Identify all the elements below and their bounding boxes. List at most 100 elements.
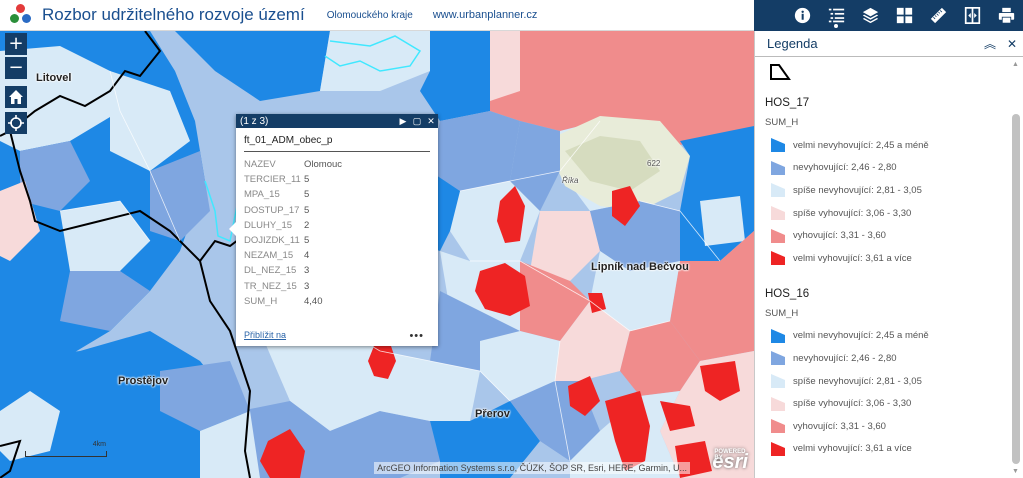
legend-content: HOS_17 SUM_H velmi nevyhovující: 2,45 a mé… xyxy=(765,61,1010,460)
legend-item: velmi vyhovující: 3,61 a více xyxy=(765,247,1010,270)
app-subtitle: Olomouckého kraje xyxy=(326,9,413,21)
legend-item-label: spíše nevyhovující: 2,81 - 3,05 xyxy=(793,375,922,387)
home-button[interactable] xyxy=(5,86,27,108)
panel-title: Legenda xyxy=(767,36,818,51)
popup-count: (1 z 3) xyxy=(240,115,269,127)
collapse-icon[interactable]: ︽ xyxy=(979,35,1001,52)
attribute-key: MPA_15 xyxy=(244,189,280,201)
attribute-key: DOSTUP_17 xyxy=(244,204,300,216)
legend-swatch-icon xyxy=(771,374,785,389)
about-tool[interactable] xyxy=(785,0,819,31)
measure-tool[interactable] xyxy=(921,0,955,31)
legend-swatch-icon xyxy=(771,228,785,243)
more-actions-icon[interactable]: ••• xyxy=(409,330,424,342)
legend-item: nevyhovující: 2,46 - 2,80 xyxy=(765,347,1010,370)
legend-item: spíše nevyhovující: 2,81 - 3,05 xyxy=(765,179,1010,202)
legend-swatch-icon xyxy=(771,328,785,343)
scroll-thumb[interactable] xyxy=(1012,114,1020,464)
legend-swatch-icon xyxy=(771,160,785,175)
attribute-row: DOJIZDK_11 5 xyxy=(244,233,342,248)
legend-swatch-icon xyxy=(771,183,785,198)
zoom-in-button[interactable]: + xyxy=(5,33,27,55)
legend-item-label: velmi nevyhovující: 2,45 a méně xyxy=(793,139,929,151)
legend-swatch-icon xyxy=(771,419,785,434)
locate-button[interactable] xyxy=(5,112,27,134)
attribute-value: 5 xyxy=(304,189,310,201)
esri-logo: POWERED BY esri xyxy=(712,449,748,473)
map-view[interactable]: + − Litovel Prostějov Přerov Lipník nad … xyxy=(0,31,754,478)
header-link[interactable]: www.urbanplanner.cz xyxy=(433,9,538,21)
legend-item-label: velmi nevyhovující: 2,45 a méně xyxy=(793,330,929,342)
legend-swatch-icon xyxy=(771,206,785,221)
scale-bar: 4km xyxy=(25,441,107,457)
legend-item: nevyhovující: 2,46 - 2,80 xyxy=(765,157,1010,180)
legend-item: spíše vyhovující: 3,06 - 3,30 xyxy=(765,392,1010,415)
attribute-row: MPA_15 5 xyxy=(244,187,342,202)
legend-swatch-icon xyxy=(771,441,785,456)
popup-pointer xyxy=(229,222,236,236)
attribute-row: NEZAM_15 4 xyxy=(244,248,342,263)
attribute-value: 2 xyxy=(304,219,310,231)
layers-tool[interactable] xyxy=(853,0,887,31)
app-logo xyxy=(10,4,32,26)
legend-item: velmi nevyhovující: 2,45 a méně xyxy=(765,325,1010,348)
attribute-row: DLUHY_15 2 xyxy=(244,218,342,233)
legend-item-label: nevyhovující: 2,46 - 2,80 xyxy=(793,162,897,174)
attribute-key: TR_NEZ_15 xyxy=(244,280,297,292)
place-label: Prostějov xyxy=(118,375,169,387)
legend-field-name: SUM_H xyxy=(765,307,799,319)
close-panel-icon[interactable]: ✕ xyxy=(1001,37,1023,51)
legend-layer-name: HOS_16 xyxy=(765,287,810,300)
attribute-row: SUM_H 4,40 xyxy=(244,294,342,309)
close-icon[interactable]: ✕ xyxy=(424,116,438,127)
attribute-row: TR_NEZ_15 3 xyxy=(244,279,342,294)
attribute-key: NEZAM_15 xyxy=(244,250,294,262)
maximize-icon[interactable]: ▢ xyxy=(410,116,424,127)
attribute-key: SUM_H xyxy=(244,295,278,307)
info-icon xyxy=(794,7,810,24)
place-label: Lipník nad Bečvou xyxy=(591,261,689,273)
zoom-out-button[interactable]: − xyxy=(5,57,27,79)
elevation-label: 622 xyxy=(647,159,661,168)
boundary-symbol-icon xyxy=(770,64,791,80)
popup-layer-title: ft_01_ADM_obec_p xyxy=(244,135,430,152)
attribute-value: 5 xyxy=(304,235,310,247)
attribute-value: 5 xyxy=(304,174,310,186)
attribute-row: TERCIER_11 5 xyxy=(244,172,342,187)
printer-icon xyxy=(998,7,1014,24)
popup-header: (1 z 3) ▶ ▢ ✕ xyxy=(236,114,438,128)
attribute-value: 5 xyxy=(304,204,310,216)
legend-item-label: velmi vyhovující: 3,61 a více xyxy=(793,252,912,264)
legend-item-label: velmi vyhovující: 3,61 a více xyxy=(793,443,912,455)
legend-scrollbar[interactable]: ▲ ▼ xyxy=(1011,61,1021,475)
basemap-tool[interactable] xyxy=(887,0,921,31)
place-label: Litovel xyxy=(36,72,72,84)
legend-item: spíše nevyhovující: 2,81 - 3,05 xyxy=(765,370,1010,393)
zoom-to-link[interactable]: Přiblížit na xyxy=(244,330,286,340)
legend-tool[interactable] xyxy=(819,0,853,31)
swipe-tool[interactable] xyxy=(955,0,989,31)
legend-item: vyhovující: 3,31 - 3,60 xyxy=(765,224,1010,247)
attribute-row: DL_NEZ_15 3 xyxy=(244,263,342,278)
list-icon xyxy=(828,8,844,23)
place-label: Říka xyxy=(562,176,579,185)
next-feature-icon[interactable]: ▶ xyxy=(396,116,410,127)
legend-swatch-icon xyxy=(771,251,785,266)
legend-item-label: vyhovující: 3,31 - 3,60 xyxy=(793,230,886,242)
attribute-key: TERCIER_11 xyxy=(244,174,301,186)
print-tool[interactable] xyxy=(989,0,1023,31)
attribute-row: DOSTUP_17 5 xyxy=(244,203,342,218)
attribute-key: NAZEV xyxy=(244,159,276,171)
home-icon xyxy=(9,90,23,104)
legend-layer-name: HOS_17 xyxy=(765,97,810,109)
legend-swatch-icon xyxy=(771,138,785,153)
place-label: Přerov xyxy=(475,408,510,420)
locate-icon xyxy=(8,115,24,131)
legend-panel: Legenda ︽ ✕ HOS_17 SUM_H velmi nevyhovujíc… xyxy=(754,31,1023,478)
attribute-key: DOJIZDK_11 xyxy=(244,235,300,247)
panel-header: Legenda ︽ ✕ xyxy=(755,31,1023,57)
layers-icon xyxy=(862,7,878,24)
grid-icon xyxy=(896,7,912,24)
ruler-icon xyxy=(930,7,946,24)
attribute-row: NAZEV Olomouc xyxy=(244,157,342,172)
